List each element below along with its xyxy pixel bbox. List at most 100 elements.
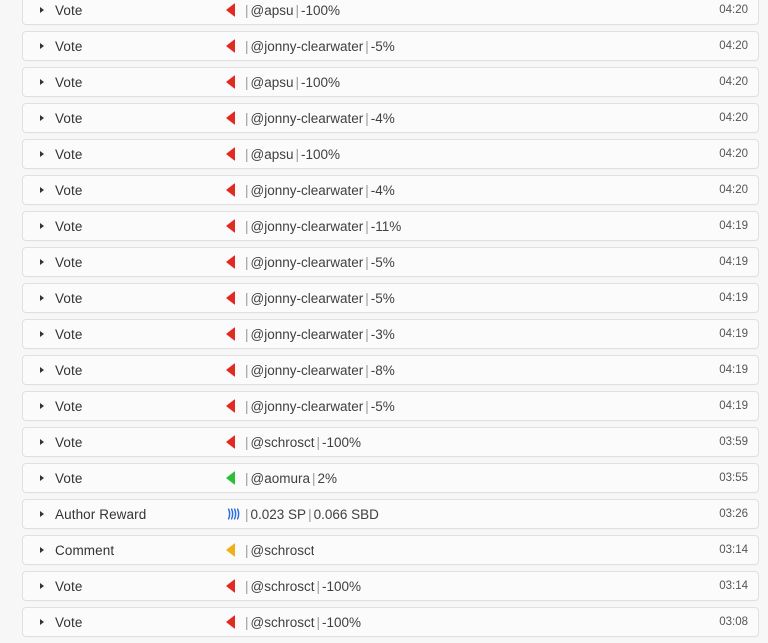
operation-detail-cell: | @schrosct | -100%: [226, 579, 719, 594]
chevron-right-icon[interactable]: [39, 365, 48, 375]
history-row[interactable]: Vote | @apsu | -100% 04:20: [22, 139, 759, 169]
operation-detail-text: | @jonny-clearwater | -11%: [243, 219, 401, 234]
operation-type-label: Vote: [55, 362, 83, 378]
history-row[interactable]: Vote | @jonny-clearwater | -3% 04:19: [22, 319, 759, 349]
operation-timestamp: 03:59: [719, 436, 748, 448]
operation-value: 2%: [317, 470, 338, 486]
operation-subject[interactable]: @apsu: [251, 147, 294, 162]
operation-detail-cell: | @schrosct | -100%: [226, 435, 719, 450]
operation-label-cell[interactable]: Vote: [23, 39, 226, 54]
operation-timestamp: 03:08: [719, 616, 748, 628]
operation-subject[interactable]: @jonny-clearwater: [251, 219, 364, 234]
operation-label-cell[interactable]: Vote: [23, 363, 226, 378]
operation-subject[interactable]: 0.023 SP: [251, 507, 307, 522]
operation-label-cell[interactable]: Vote: [23, 75, 226, 90]
detail-separator: |: [245, 182, 249, 198]
chevron-right-icon[interactable]: [39, 473, 48, 483]
operation-value: -5%: [370, 38, 395, 54]
operation-value: -100%: [322, 578, 362, 594]
chevron-right-icon[interactable]: [39, 185, 48, 195]
chevron-right-icon[interactable]: [39, 293, 48, 303]
operation-subject[interactable]: @schrosct: [251, 435, 315, 450]
operation-subject[interactable]: @apsu: [251, 3, 294, 18]
operation-subject[interactable]: @jonny-clearwater: [251, 111, 364, 126]
chevron-right-icon[interactable]: [39, 509, 48, 519]
downvote-triangle-icon-shape: [226, 39, 235, 53]
chevron-right-icon[interactable]: [39, 113, 48, 123]
operation-label-cell[interactable]: Vote: [23, 291, 226, 306]
operation-label-cell[interactable]: Vote: [23, 3, 226, 18]
operation-detail-text: | @jonny-clearwater | -4%: [243, 111, 395, 126]
operation-label-cell[interactable]: Vote: [23, 327, 226, 342]
operation-detail-text: | @jonny-clearwater | -5%: [243, 39, 395, 54]
operation-subject[interactable]: @jonny-clearwater: [251, 291, 364, 306]
history-row[interactable]: Author Reward | 0.023 SP | 0.066 SBD 03:26: [22, 499, 759, 529]
operation-label-cell[interactable]: Vote: [23, 435, 226, 450]
detail-separator: |: [245, 362, 249, 378]
chevron-right-icon[interactable]: [39, 221, 48, 231]
history-row[interactable]: Vote | @apsu | -100% 04:20: [22, 0, 759, 25]
operation-subject[interactable]: @apsu: [251, 75, 294, 90]
operation-timestamp: 04:20: [719, 148, 748, 160]
chevron-right-icon[interactable]: [39, 41, 48, 51]
history-row[interactable]: Comment | @schrosct 03:14: [22, 535, 759, 565]
operation-label-cell[interactable]: Vote: [23, 255, 226, 270]
operation-subject[interactable]: @jonny-clearwater: [251, 255, 364, 270]
operation-label-cell[interactable]: Vote: [23, 111, 226, 126]
operation-label-cell[interactable]: Vote: [23, 399, 226, 414]
history-row[interactable]: Vote | @jonny-clearwater | -11% 04:19: [22, 211, 759, 241]
operation-type-label: Vote: [55, 146, 83, 162]
operation-subject[interactable]: @jonny-clearwater: [251, 363, 364, 378]
operation-subject[interactable]: @schrosct: [251, 543, 315, 558]
history-row[interactable]: Vote | @jonny-clearwater | -5% 04:19: [22, 391, 759, 421]
operation-subject[interactable]: @jonny-clearwater: [251, 39, 364, 54]
operation-subject[interactable]: @jonny-clearwater: [251, 399, 364, 414]
chevron-right-icon[interactable]: [39, 401, 48, 411]
operation-type-label: Vote: [55, 110, 83, 126]
history-row[interactable]: Vote | @schrosct | -100% 03:14: [22, 571, 759, 601]
operation-detail-cell: | @jonny-clearwater | -5%: [226, 399, 719, 414]
history-row[interactable]: Vote | @jonny-clearwater | -5% 04:20: [22, 31, 759, 61]
history-row[interactable]: Vote | @jonny-clearwater | -4% 04:20: [22, 103, 759, 133]
history-row[interactable]: Vote | @schrosct | -100% 03:08: [22, 607, 759, 637]
operation-type-label: Vote: [55, 254, 83, 270]
chevron-right-icon[interactable]: [39, 581, 48, 591]
chevron-right-icon[interactable]: [39, 77, 48, 87]
history-row[interactable]: Vote | @jonny-clearwater | -4% 04:20: [22, 175, 759, 205]
chevron-right-icon[interactable]: [39, 257, 48, 267]
operation-label-cell[interactable]: Author Reward: [23, 507, 226, 522]
operation-type-label: Vote: [55, 290, 83, 306]
operation-label-cell[interactable]: Vote: [23, 147, 226, 162]
operation-subject[interactable]: @jonny-clearwater: [251, 183, 364, 198]
operation-label-cell[interactable]: Vote: [23, 471, 226, 486]
history-row[interactable]: Vote | @jonny-clearwater | -8% 04:19: [22, 355, 759, 385]
chevron-right-icon[interactable]: [39, 5, 48, 15]
operation-type-label: Vote: [55, 326, 83, 342]
chevron-right-icon[interactable]: [39, 545, 48, 555]
detail-separator: |: [245, 434, 249, 450]
chevron-right-icon[interactable]: [39, 617, 48, 627]
operation-type-label: Vote: [55, 398, 83, 414]
operation-label-cell[interactable]: Vote: [23, 183, 226, 198]
operation-timestamp: 04:20: [719, 40, 748, 52]
history-row[interactable]: Vote | @schrosct | -100% 03:59: [22, 427, 759, 457]
operation-detail-cell: | @jonny-clearwater | -5%: [226, 39, 719, 54]
operation-subject[interactable]: @schrosct: [251, 579, 315, 594]
operation-label-cell[interactable]: Vote: [23, 219, 226, 234]
chevron-right-icon[interactable]: [39, 149, 48, 159]
detail-separator: |: [245, 542, 249, 558]
operation-label-cell[interactable]: Vote: [23, 579, 226, 594]
operation-label-cell[interactable]: Vote: [23, 615, 226, 630]
operation-subject[interactable]: @aomura: [251, 471, 310, 486]
operation-label-cell[interactable]: Comment: [23, 543, 226, 558]
history-row[interactable]: Vote | @aomura | 2% 03:55: [22, 463, 759, 493]
downvote-triangle-icon: [226, 435, 240, 449]
history-row[interactable]: Vote | @apsu | -100% 04:20: [22, 67, 759, 97]
operation-subject[interactable]: @jonny-clearwater: [251, 327, 364, 342]
history-row[interactable]: Vote | @jonny-clearwater | -5% 04:19: [22, 247, 759, 277]
chevron-right-icon[interactable]: [39, 329, 48, 339]
history-row[interactable]: Vote | @jonny-clearwater | -5% 04:19: [22, 283, 759, 313]
operation-subject[interactable]: @schrosct: [251, 615, 315, 630]
chevron-right-icon[interactable]: [39, 437, 48, 447]
operation-detail-text: | @jonny-clearwater | -8%: [243, 363, 395, 378]
